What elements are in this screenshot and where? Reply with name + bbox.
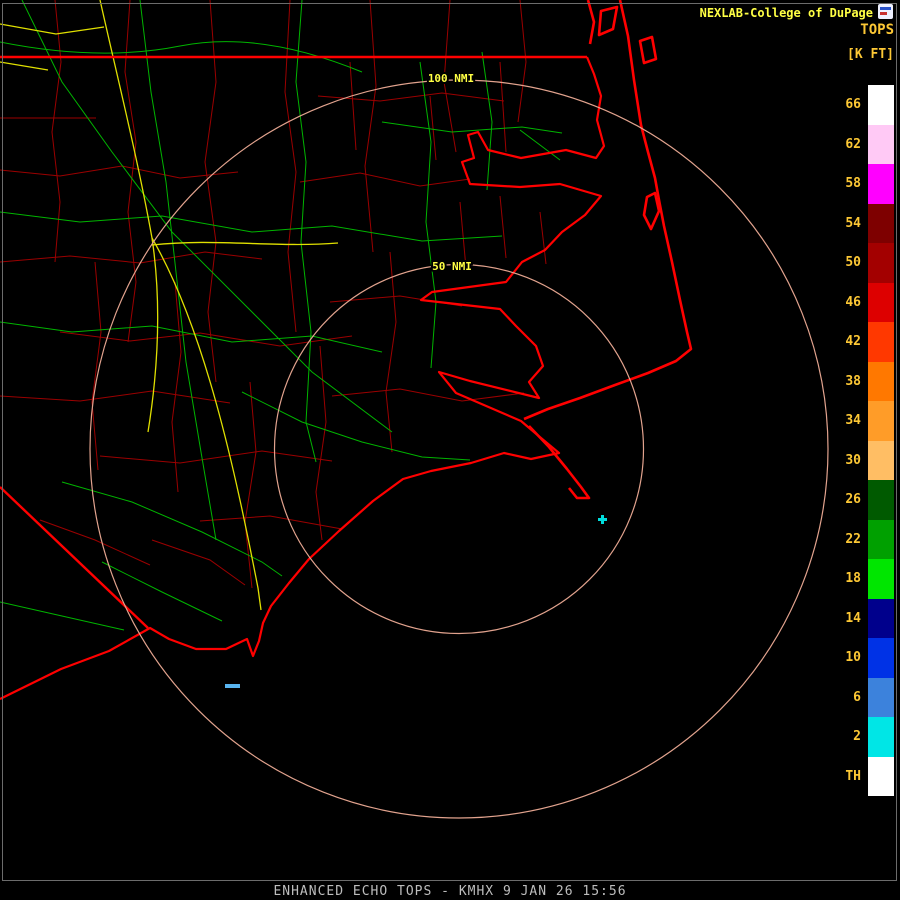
legend-value-label: 10 [831,650,861,665]
county-lines [0,0,546,588]
legend-color-swatch [868,401,894,441]
legend-color-swatch [868,164,894,204]
echo-return [225,684,240,688]
legend-color-swatch [868,757,894,797]
radar-echoes [225,515,607,688]
legend-value-label: 14 [831,611,861,626]
legend-value-label: 62 [831,137,861,152]
legend-color-swatch [868,717,894,757]
credit-text: NEXLAB-College of DuPage [700,6,873,20]
legend-value-label: 46 [831,295,861,310]
legend-value-label: 2 [831,729,861,744]
legend-value-label: 50 [831,255,861,270]
legend-value-label: 18 [831,571,861,586]
interstate-lines [0,0,338,610]
legend-value-label: 38 [831,374,861,389]
legend-scale: 66625854504642383430262218141062TH [831,85,894,796]
coastline [0,57,604,699]
legend-row: 6 [831,678,894,718]
legend-row: 46 [831,283,894,323]
ring-label-100nmi: 100 NMI [428,72,474,85]
state-border-lines [0,57,587,628]
legend-color-swatch [868,283,894,323]
legend-title: TOPS [860,22,894,38]
legend-row: 50 [831,243,894,283]
legend-row: 2 [831,717,894,757]
radar-map: 100 NMI 50 NMI [0,0,900,882]
legend-row: 58 [831,164,894,204]
legend-color-swatch [868,362,894,402]
legend-row: 62 [831,125,894,165]
legend-value-label: 26 [831,492,861,507]
legend-value-label: 30 [831,453,861,468]
legend-value-label: 6 [831,690,861,705]
legend-row: 26 [831,480,894,520]
cod-logo-icon [878,4,893,19]
legend-row: 66 [831,85,894,125]
product-caption: ENHANCED ECHO TOPS - KMHX 9 JAN 26 15:56 [0,884,900,899]
legend-row: 30 [831,441,894,481]
legend-color-swatch [868,85,894,125]
legend-value-label: TH [831,769,861,784]
echo-tops-legend: TOPS [K FT] 6662585450464238343026221814… [831,22,894,796]
legend-value-label: 58 [831,176,861,191]
legend-color-swatch [868,243,894,283]
legend-color-swatch [868,559,894,599]
legend-value-label: 66 [831,97,861,112]
legend-row: TH [831,757,894,797]
legend-value-label: 22 [831,532,861,547]
road-lines [0,0,562,630]
legend-value-label: 42 [831,334,861,349]
legend-color-swatch [868,520,894,560]
legend-row: 14 [831,599,894,639]
legend-color-swatch [868,441,894,481]
legend-row: 18 [831,559,894,599]
legend-value-label: 34 [831,413,861,428]
legend-color-swatch [868,638,894,678]
legend-color-swatch [868,678,894,718]
legend-row: 38 [831,362,894,402]
legend-color-swatch [868,322,894,362]
legend-row: 10 [831,638,894,678]
legend-row: 34 [831,401,894,441]
legend-color-swatch [868,204,894,244]
echo-return [601,515,604,524]
legend-row: 22 [831,520,894,560]
legend-color-swatch [868,125,894,165]
legend-row: 42 [831,322,894,362]
legend-color-swatch [868,599,894,639]
legend-value-label: 54 [831,216,861,231]
outer-banks [524,0,691,498]
legend-units: [K FT] [847,47,894,62]
legend-row: 54 [831,204,894,244]
ring-label-50nmi: 50 NMI [432,260,472,273]
legend-color-swatch [868,480,894,520]
